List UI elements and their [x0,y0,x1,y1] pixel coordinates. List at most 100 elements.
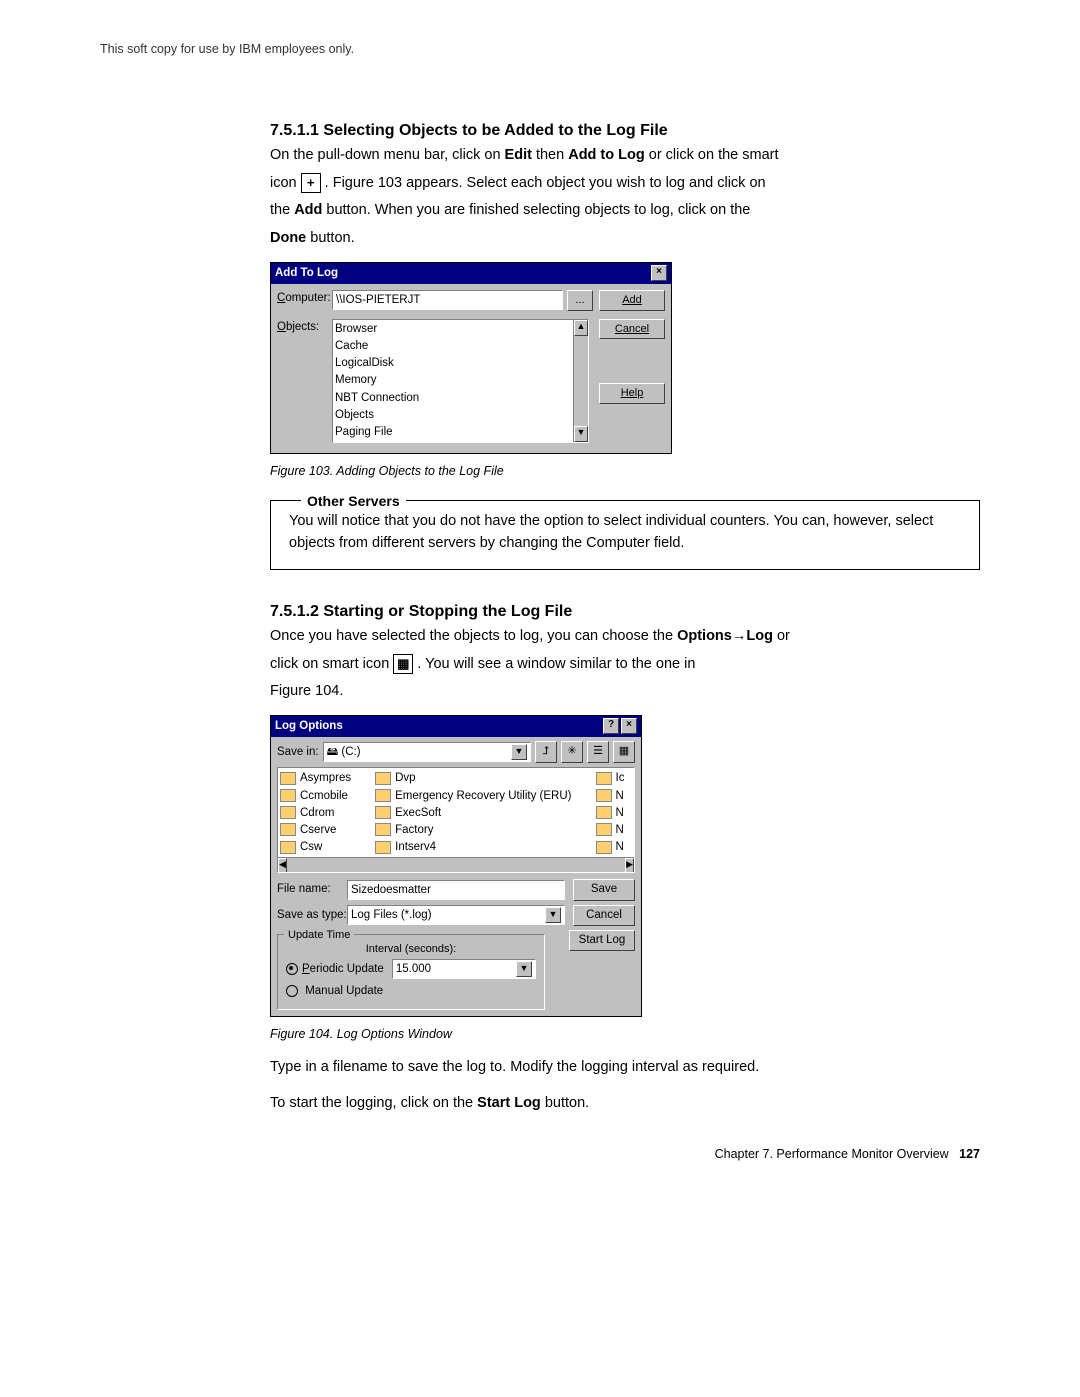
filename-input[interactable]: Sizedoesmatter [347,880,565,900]
browse-button[interactable]: ... [567,290,593,311]
list-item[interactable]: Cdrom [280,805,351,822]
folder-icon [596,841,612,854]
folder-icon [596,789,612,802]
list-item[interactable]: Intserv4 [375,839,571,856]
para2: icon + . Figure 103 appears. Select each… [270,173,980,195]
add-to-log-dialog: Add To Log × Computer: \\IOS-PIETERJT ..… [270,262,672,454]
section-heading-2: 7.5.1.2 Starting or Stopping the Log Fil… [270,600,980,624]
folder-icon [596,772,612,785]
scrollbar[interactable]: ▲ ▼ [573,320,588,442]
dialog-title-2: Log Options [275,718,343,735]
figure-caption-103: Figure 103. Adding Objects to the Log Fi… [270,462,980,481]
close-icon[interactable]: × [621,718,637,734]
list-item[interactable]: Ic [596,770,625,787]
details-view-icon[interactable]: ▦ [613,741,635,763]
list-item[interactable]: NBT Connection [335,390,586,407]
computer-input[interactable]: \\IOS-PIETERJT [332,290,563,310]
folder-icon [280,789,296,802]
save-in-label: Save in: [277,744,319,761]
box-legend: Other Servers [301,491,406,512]
list-item[interactable]: Paging File [335,424,586,441]
folder-icon [280,806,296,819]
list-item[interactable]: LogicalDisk [335,355,586,372]
other-servers-box: Other Servers You will notice that you d… [270,500,980,570]
list-item[interactable]: Cache [335,338,586,355]
list-item[interactable]: Memory [335,372,586,389]
saveas-combo[interactable]: Log Files (*.log) ▼ [347,905,565,925]
folder-icon [596,823,612,836]
list-item[interactable]: Cserve [280,822,351,839]
folder-icon [375,841,391,854]
chevron-down-icon[interactable]: ▼ [545,907,561,923]
filename-label: File name: [277,881,347,898]
para4: Done button. [270,228,980,250]
list-view-icon[interactable]: ☰ [587,741,609,763]
list-item[interactable]: Factory [375,822,571,839]
scrollbar-horizontal[interactable]: ◀ ▶ [278,857,634,872]
dialog-title: Add To Log [275,265,338,282]
saveas-label: Save as type: [277,907,347,924]
objects-listbox[interactable]: Browser Cache LogicalDisk Memory NBT Con… [332,319,589,443]
section-heading-1: 7.5.1.1 Selecting Objects to be Added to… [270,119,980,143]
after-para2: To start the logging, click on the Start… [270,1093,980,1115]
para5: Once you have selected the objects to lo… [270,626,980,648]
list-item[interactable]: Browser [335,321,586,338]
folder-icon [596,806,612,819]
folder-icon [375,806,391,819]
scroll-right-icon[interactable]: ▶ [625,858,634,873]
log-options-dialog: Log Options ? × Save in: 🖴 (C:) ▼ ⮥ ✳ ☰ … [270,715,642,1017]
save-button[interactable]: Save [573,879,635,900]
para7: Figure 104. [270,681,980,703]
list-item[interactable]: PhysicalDisk [335,441,586,442]
figure-caption-104: Figure 104. Log Options Window [270,1025,980,1044]
folder-icon [375,789,391,802]
cancel-button[interactable]: Cancel [599,319,665,340]
para6: click on smart icon ▦ . You will see a w… [270,654,980,676]
list-item[interactable]: Asympres [280,770,351,787]
list-item[interactable]: N [596,839,625,856]
chart-icon: ▦ [393,654,413,674]
box-text: You will notice that you do not have the… [289,511,961,555]
folder-icon [280,823,296,836]
chevron-down-icon[interactable]: ▼ [511,744,527,760]
dialog-titlebar-2: Log Options ? × [271,716,641,737]
dialog-titlebar: Add To Log × [271,263,671,284]
list-item[interactable]: Objects [335,407,586,424]
help-icon[interactable]: ? [603,718,619,734]
plus-icon: + [301,173,321,193]
list-item[interactable]: Ccmobile [280,788,351,805]
para3: the Add button. When you are finished se… [270,200,980,222]
folder-icon [375,823,391,836]
scroll-up-icon[interactable]: ▲ [574,320,588,336]
scroll-down-icon[interactable]: ▼ [574,426,588,442]
cancel-button[interactable]: Cancel [573,905,635,926]
close-icon[interactable]: × [651,265,667,281]
help-button[interactable]: Help [599,383,665,404]
list-item[interactable]: Emergency Recovery Utility (ERU) [375,788,571,805]
start-log-button[interactable]: Start Log [569,930,635,951]
chevron-down-icon[interactable]: ▼ [516,961,532,977]
new-folder-icon[interactable]: ✳ [561,741,583,763]
list-item[interactable]: N [596,822,625,839]
interval-combo[interactable]: 15.000 ▼ [392,959,536,979]
up-folder-icon[interactable]: ⮥ [535,741,557,763]
list-item[interactable]: Csw [280,839,351,856]
after-para1: Type in a filename to save the log to. M… [270,1057,980,1079]
computer-label: Computer: [277,290,332,307]
manual-radio[interactable] [286,985,298,997]
group-legend: Update Time [284,927,354,944]
folder-icon [375,772,391,785]
para1: On the pull-down menu bar, click on Edit… [270,145,980,167]
list-item[interactable]: Dvp [375,770,571,787]
scroll-left-icon[interactable]: ◀ [278,858,287,873]
add-button[interactable]: Add [599,290,665,311]
list-item[interactable]: ExecSoft [375,805,571,822]
save-in-combo[interactable]: 🖴 (C:) ▼ [323,742,531,762]
list-item[interactable]: N [596,788,625,805]
periodic-radio[interactable] [286,963,298,975]
folder-icon [280,841,296,854]
list-item[interactable]: N [596,805,625,822]
file-browser[interactable]: Asympres Ccmobile Cdrom Cserve Csw Diske… [277,767,635,873]
periodic-label: Periodic Update [302,961,384,978]
manual-label: Manual Update [305,985,383,997]
